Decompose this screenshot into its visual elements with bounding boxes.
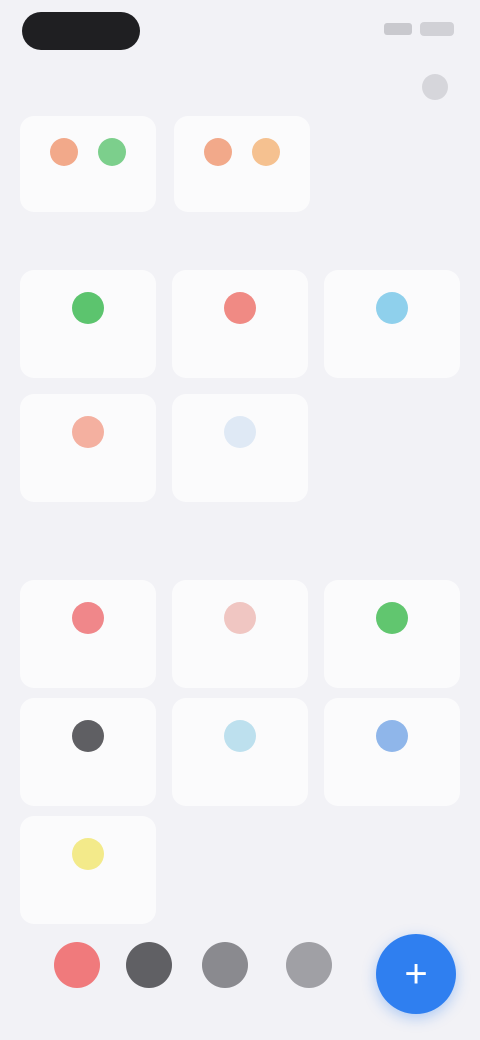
pinned-label xyxy=(32,176,144,194)
section-two-group xyxy=(20,580,460,924)
calendar-icon xyxy=(72,292,104,324)
section-title xyxy=(22,230,172,256)
shortcut-tile[interactable] xyxy=(20,270,156,378)
status-bar xyxy=(0,0,480,64)
shortcut-tile[interactable] xyxy=(20,394,156,502)
bottom-dock: + xyxy=(0,920,480,1030)
section-title xyxy=(22,528,142,554)
shortcut-tile[interactable] xyxy=(20,698,156,806)
signal-icon xyxy=(384,23,412,35)
tile-label xyxy=(332,764,452,782)
plus-icon: + xyxy=(404,952,428,996)
share-icon[interactable] xyxy=(286,942,332,988)
person-icon xyxy=(224,602,256,634)
info-icon xyxy=(376,292,408,324)
shortcut-tile[interactable] xyxy=(324,580,460,688)
pinned-icon xyxy=(50,138,78,166)
status-indicators xyxy=(362,18,454,40)
flag-icon xyxy=(72,416,104,448)
camera-icon[interactable] xyxy=(126,942,172,988)
pinned-icon xyxy=(204,138,232,166)
tile-label xyxy=(180,646,300,664)
tile-label xyxy=(180,336,300,354)
battery-icon xyxy=(420,22,454,36)
shortcut-tile[interactable] xyxy=(324,698,460,806)
clock-icon xyxy=(72,720,104,752)
pinned-card[interactable] xyxy=(174,116,310,212)
heart-icon xyxy=(72,602,104,634)
tile-label xyxy=(332,336,452,354)
star-icon xyxy=(376,720,408,752)
tile-label xyxy=(28,882,148,900)
shortcut-tile[interactable] xyxy=(20,816,156,924)
tile-label xyxy=(180,764,300,782)
tile-label xyxy=(28,460,148,478)
tile-label xyxy=(28,336,148,354)
list-icon xyxy=(224,416,256,448)
alert-icon xyxy=(224,292,256,324)
tile-label xyxy=(28,646,148,664)
shortcut-tile[interactable] xyxy=(20,580,156,688)
add-button[interactable]: + xyxy=(376,934,456,1014)
shortcut-tile[interactable] xyxy=(172,394,308,502)
section-one-group xyxy=(20,270,460,510)
settings-icon[interactable] xyxy=(202,942,248,988)
check-icon xyxy=(376,602,408,634)
pinned-row xyxy=(20,116,460,212)
pinned-label xyxy=(186,176,298,194)
shortcut-tile[interactable] xyxy=(172,270,308,378)
shortcut-tile[interactable] xyxy=(324,270,460,378)
shortcut-tile[interactable] xyxy=(172,698,308,806)
pinned-icon xyxy=(98,138,126,166)
lightbulb-icon xyxy=(72,838,104,870)
tile-label xyxy=(180,460,300,478)
tile-label xyxy=(28,764,148,782)
record-icon[interactable] xyxy=(54,942,100,988)
dynamic-island xyxy=(22,12,140,50)
shortcut-tile[interactable] xyxy=(172,580,308,688)
tile-label xyxy=(332,646,452,664)
pinned-icon xyxy=(252,138,280,166)
more-icon[interactable] xyxy=(422,74,448,100)
navigation-bar xyxy=(0,64,480,108)
page-title xyxy=(190,72,290,100)
cloud-icon xyxy=(224,720,256,752)
pinned-card[interactable] xyxy=(20,116,156,212)
